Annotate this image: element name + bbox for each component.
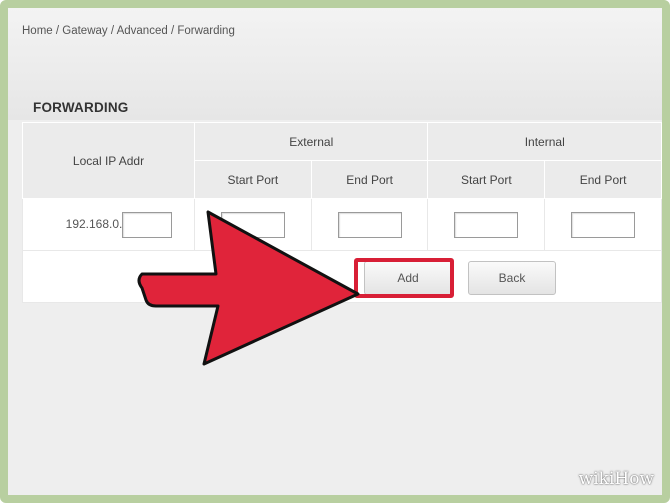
internal-start-port-input[interactable]	[454, 211, 519, 238]
table-row: 192.168.0.	[21, 198, 662, 251]
external-start-port-input[interactable]	[220, 211, 285, 238]
ip-prefix: 192.168.0.	[65, 216, 123, 231]
external-end-cell	[310, 198, 429, 251]
external-start-port-header: Start Port	[194, 160, 312, 199]
internal-end-cell	[544, 198, 662, 251]
internal-start-cell	[427, 198, 546, 251]
button-row	[22, 250, 662, 303]
external-header: External	[194, 122, 429, 161]
local-ip-cell: 192.168.0.	[21, 198, 196, 251]
internal-end-port-input[interactable]	[571, 211, 636, 238]
ip-last-octet-input[interactable]	[122, 211, 173, 238]
external-end-port-input[interactable]	[337, 211, 402, 238]
external-end-port-header: End Port	[310, 160, 429, 199]
wikihow-watermark: wikiHow	[578, 469, 654, 489]
button-row-cell	[22, 250, 662, 303]
forwarding-table: Local IP Addr External Internal Start Po…	[21, 122, 662, 303]
breadcrumb: Home / Gateway / Advanced / Forwarding	[22, 25, 235, 37]
internal-end-port-header: End Port	[544, 160, 662, 199]
page-title: FORWARDING	[33, 100, 129, 115]
internal-header: Internal	[427, 122, 662, 161]
screenshot-frame: Home / Gateway / Advanced / Forwarding F…	[0, 0, 670, 503]
add-button[interactable]: Add	[364, 261, 452, 295]
back-button[interactable]: Back	[468, 261, 556, 295]
external-start-cell	[194, 198, 312, 251]
internal-start-port-header: Start Port	[427, 160, 546, 199]
local-ip-header: Local IP Addr	[21, 122, 196, 199]
